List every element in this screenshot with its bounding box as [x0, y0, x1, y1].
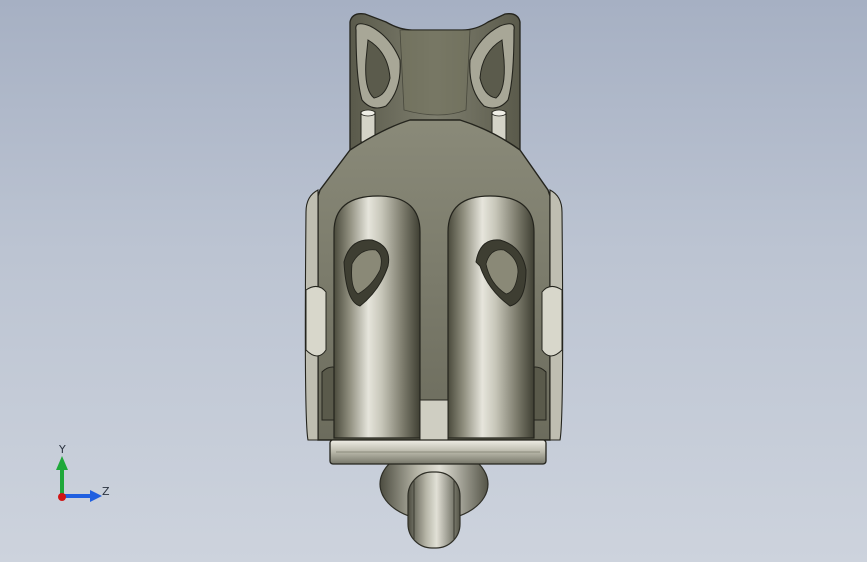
cylinder-left[interactable]: [333, 195, 421, 439]
3d-viewport[interactable]: Y Z: [0, 0, 867, 562]
cylinder-right[interactable]: [447, 195, 535, 439]
y-axis-arrowhead: [56, 456, 68, 470]
y-axis-label: Y: [59, 443, 66, 456]
base-plate[interactable]: [329, 439, 547, 465]
axis-triad: Y Z: [40, 438, 120, 518]
center-rib: [419, 399, 449, 441]
z-axis-label: Z: [102, 485, 110, 498]
z-axis-arrowhead: [90, 490, 102, 502]
triad-graphic: [56, 456, 102, 502]
cad-model[interactable]: [0, 0, 867, 562]
origin-point: [58, 493, 66, 501]
